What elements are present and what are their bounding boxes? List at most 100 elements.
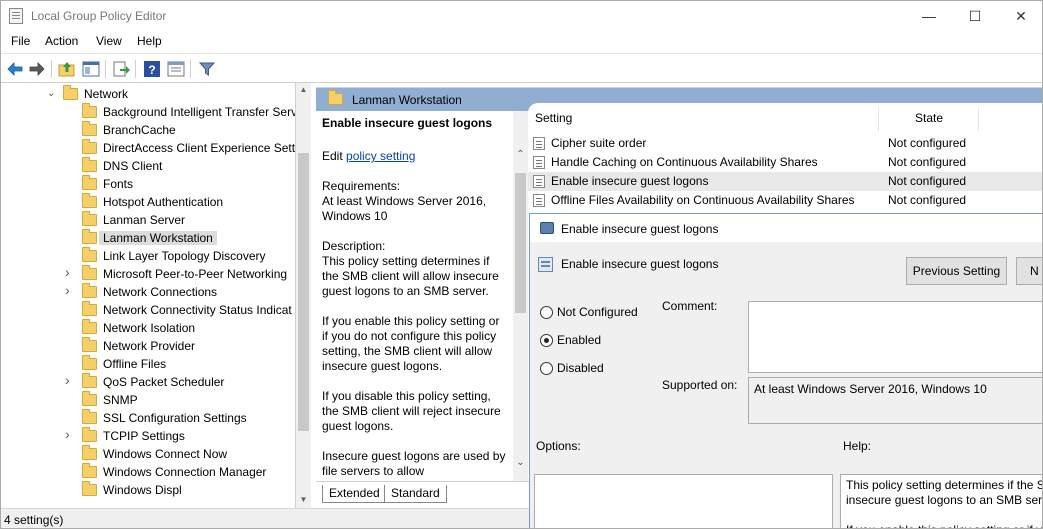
tree-item-label: DirectAccess Client Experience Settir xyxy=(103,141,296,155)
chevron-down-icon[interactable]: ⌄ xyxy=(47,88,57,100)
tree-item[interactable]: › TCPIP Settings xyxy=(1,427,295,445)
supported-on-label: Supported on: xyxy=(662,378,738,392)
enable-text: If you enable this policy setting or if … xyxy=(322,314,500,373)
tree-item-label: Hotspot Authentication xyxy=(103,195,224,209)
radio-circle[interactable] xyxy=(540,306,553,319)
scroll-down-icon[interactable]: ⌄ xyxy=(513,457,528,468)
svg-text:?: ? xyxy=(148,63,155,77)
title-bar: Local Group Policy Editor — ☐ ✕ xyxy=(1,1,1042,31)
tree-item-label: DNS Client xyxy=(103,159,163,173)
policy-tree: ⌄ Network Background Intelligent Transfe… xyxy=(1,83,296,508)
tree-item[interactable]: SNMP xyxy=(1,391,295,409)
tree-item[interactable]: BranchCache xyxy=(1,121,295,139)
tree-item-label: Network Isolation xyxy=(103,321,196,335)
policy-dialog-icon xyxy=(540,222,554,234)
tree-scrollbar[interactable]: ▲ ▼ xyxy=(296,83,311,508)
help-icon[interactable]: ? xyxy=(142,59,162,79)
toolbar: ? xyxy=(1,53,1042,83)
tree-item[interactable]: SSL Configuration Settings xyxy=(1,409,295,427)
tree-item[interactable]: Background Intelligent Transfer Serv xyxy=(1,103,295,121)
next-setting-button[interactable]: N xyxy=(1016,257,1042,285)
folder-icon xyxy=(82,481,97,496)
tree-item[interactable]: Windows Displ xyxy=(1,481,295,499)
menu-help[interactable]: Help xyxy=(137,34,162,48)
chevron-right-icon[interactable]: › xyxy=(65,373,75,387)
tree-item[interactable]: Windows Connect Now xyxy=(1,445,295,463)
setting-row[interactable]: Offline Files Availability on Continuous… xyxy=(528,191,1042,210)
chevron-right-icon[interactable]: › xyxy=(65,265,75,279)
folder-icon xyxy=(82,139,97,154)
tree-item-network[interactable]: ⌄ Network xyxy=(1,85,295,103)
tree-item[interactable]: Link Layer Topology Discovery xyxy=(1,247,295,265)
tree-item[interactable]: Network Connectivity Status Indicat xyxy=(1,301,295,319)
tree-item[interactable]: DirectAccess Client Experience Settir xyxy=(1,139,296,157)
tree-item-label: Windows Connection Manager xyxy=(103,465,267,479)
up-folder-icon[interactable] xyxy=(57,59,77,79)
menu-action[interactable]: Action xyxy=(45,34,78,48)
maximize-button[interactable]: ☐ xyxy=(952,1,998,31)
radio-circle[interactable] xyxy=(540,362,553,375)
column-header-setting[interactable]: Setting xyxy=(535,111,572,125)
minimize-button[interactable]: — xyxy=(906,1,952,31)
close-button[interactable]: ✕ xyxy=(998,1,1042,31)
properties-icon[interactable] xyxy=(166,59,186,79)
tree-item[interactable]: Lanman Workstation xyxy=(1,229,295,247)
previous-setting-button[interactable]: Previous Setting xyxy=(906,257,1007,285)
filter-icon[interactable] xyxy=(197,59,217,79)
tree-item-label: BranchCache xyxy=(103,123,176,137)
description-text: Description: This policy setting determi… xyxy=(322,239,499,298)
tree-item[interactable]: Lanman Server xyxy=(1,211,295,229)
disable-text: If you disable this policy setting, the … xyxy=(322,389,501,433)
supported-on-box: At least Windows Server 2016, Windows 10 xyxy=(748,377,1042,424)
setting-row[interactable]: Enable insecure guest logons Not configur… xyxy=(528,172,1042,191)
show-hide-tree-icon[interactable] xyxy=(81,59,101,79)
column-header-state[interactable]: State xyxy=(915,111,943,125)
radio-enabled[interactable]: Enabled xyxy=(540,331,740,349)
chevron-right-icon[interactable]: › xyxy=(65,427,75,441)
setting-row[interactable]: Cipher suite order Not configured xyxy=(528,134,1042,153)
policy-setting-icon xyxy=(533,194,545,207)
edit-policy-link[interactable]: policy setting xyxy=(346,149,415,163)
comment-textarea[interactable] xyxy=(748,301,1042,373)
tree-item[interactable]: DNS Client xyxy=(1,157,295,175)
radio-disabled[interactable]: Disabled xyxy=(540,359,740,377)
options-panel[interactable] xyxy=(534,474,833,528)
tree-item[interactable]: › QoS Packet Scheduler xyxy=(1,373,295,391)
tree-item[interactable]: › Network Connections xyxy=(1,283,295,301)
export-list-icon[interactable] xyxy=(111,59,131,79)
tree-item-label: Network Connectivity Status Indicat xyxy=(103,303,292,317)
tree-item[interactable]: Hotspot Authentication xyxy=(1,193,295,211)
scroll-down-icon[interactable]: ▼ xyxy=(296,493,311,507)
tree-item[interactable]: Network Isolation xyxy=(1,319,295,337)
description-scrollbar[interactable]: ⌃ ⌄ xyxy=(513,111,528,481)
radio-label: Not Configured xyxy=(557,305,638,319)
radio-circle-selected[interactable] xyxy=(540,334,553,347)
tree-item[interactable]: Fonts xyxy=(1,175,295,193)
tree-item-label: Network Connections xyxy=(103,285,218,299)
status-text: 4 setting(s) xyxy=(4,513,64,527)
menu-file[interactable]: File xyxy=(11,34,30,48)
tree-item[interactable]: Offline Files xyxy=(1,355,295,373)
tree-item[interactable]: Windows Connection Manager xyxy=(1,463,295,481)
tab-extended[interactable]: Extended xyxy=(322,485,387,503)
menu-view[interactable]: View xyxy=(96,34,122,48)
tree-scroll-thumb[interactable] xyxy=(298,153,309,431)
extended-description: Enable insecure guest logons Edit policy… xyxy=(316,111,513,481)
help-label: Help: xyxy=(843,439,872,453)
tree-item-label: SSL Configuration Settings xyxy=(103,411,247,425)
tab-standard[interactable]: Standard xyxy=(384,485,447,503)
back-icon[interactable] xyxy=(5,59,25,79)
comment-label: Comment: xyxy=(662,299,718,313)
folder-icon xyxy=(82,391,97,406)
dialog-title-bar: Enable insecure guest logons xyxy=(530,214,1042,242)
scroll-up-icon[interactable]: ▲ xyxy=(296,83,311,97)
chevron-right-icon[interactable]: › xyxy=(65,283,75,297)
tree-item[interactable]: Network Provider xyxy=(1,337,295,355)
description-scroll-thumb[interactable] xyxy=(515,173,526,313)
setting-row[interactable]: Handle Caching on Continuous Availabilit… xyxy=(528,153,1042,172)
folder-icon xyxy=(328,90,343,105)
forward-icon[interactable] xyxy=(27,59,47,79)
tree-item-label: SNMP xyxy=(103,393,138,407)
scroll-up-icon[interactable]: ⌃ xyxy=(513,149,528,160)
tree-item[interactable]: › Microsoft Peer-to-Peer Networking xyxy=(1,265,295,283)
